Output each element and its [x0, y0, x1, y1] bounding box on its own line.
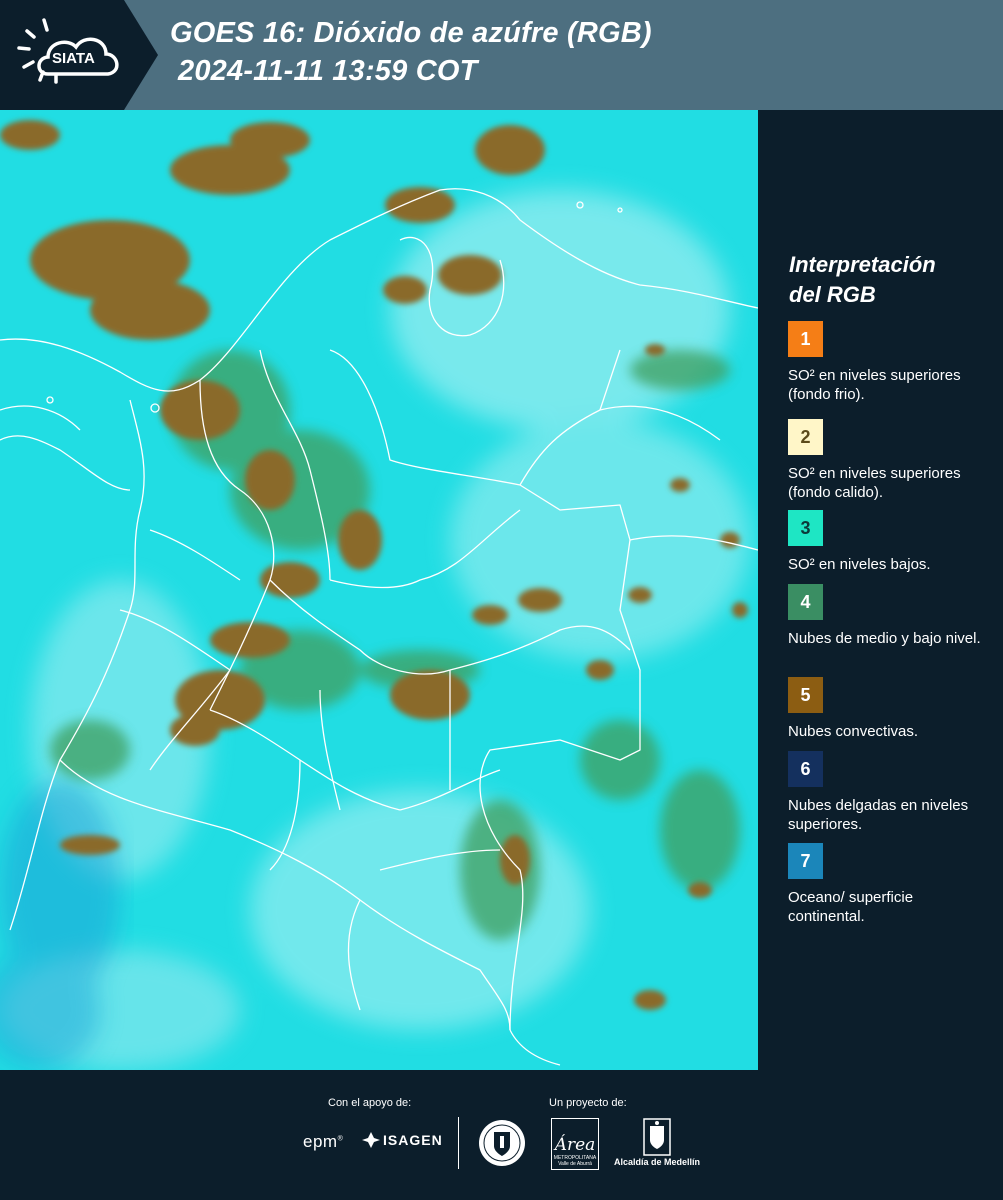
legend-title-line1: Interpretación: [789, 252, 936, 277]
siata-logo[interactable]: SIATA: [0, 0, 158, 110]
legend-text-4: Nubes de medio y bajo nivel.: [788, 630, 981, 647]
area-logo-subtext: METROPOLITANA Valle de Aburrá: [553, 1155, 597, 1167]
legend-panel: Interpretación del RGB 1 SO² en niveles …: [758, 110, 1003, 1070]
legend-swatch-6: 6: [788, 751, 823, 787]
legend-text-3: SO² en niveles bajos.: [788, 556, 931, 573]
legend-swatch-3: 3: [788, 510, 823, 546]
isagen-logo[interactable]: ISAGEN: [362, 1132, 443, 1148]
legend-item-3: 3 SO² en niveles bajos.: [788, 510, 988, 574]
page-title: GOES 16: Dióxido de azúfre (RGB) 2024-11…: [170, 14, 652, 90]
isagen-icon: [362, 1132, 380, 1148]
legend-text-5: Nubes convectivas.: [788, 723, 919, 740]
legend-text-6: Nubes delgadas en niveles superiores.: [788, 797, 969, 833]
footer-bar: Con el apoyo de: Un proyecto de: epm® IS…: [0, 1070, 1003, 1200]
satellite-map[interactable]: [0, 110, 758, 1070]
legend-text-2: SO² en niveles superiores (fondo calido)…: [788, 465, 961, 501]
legend-text-7: Oceano/ superficie continental.: [788, 889, 914, 925]
legend-item-5: 5 Nubes convectivas.: [788, 677, 988, 741]
alcaldia-label: Alcaldía de Medellín: [614, 1157, 701, 1167]
legend-swatch-1: 1: [788, 321, 823, 357]
legend-item-2: 2 SO² en niveles superiores (fondo calid…: [788, 419, 988, 502]
epm-text: epm: [303, 1132, 338, 1151]
header-bar: SIATA GOES 16: Dióxido de azúfre (RGB) 2…: [0, 0, 1003, 110]
project-label: Un proyecto de:: [549, 1097, 627, 1109]
footer-divider: [458, 1117, 459, 1169]
legend-swatch-4: 4: [788, 584, 823, 620]
alcaldia-shield-icon[interactable]: [643, 1118, 671, 1156]
legend-swatch-2: 2: [788, 419, 823, 455]
title-product: GOES 16: Dióxido de azúfre (RGB): [170, 17, 652, 49]
logo-text: SIATA: [52, 50, 95, 67]
legend-swatch-7: 7: [788, 843, 823, 879]
isagen-text: ISAGEN: [383, 1132, 443, 1148]
medellin-seal-icon[interactable]: [477, 1118, 527, 1168]
legend-title: Interpretación del RGB: [789, 250, 989, 310]
legend-text-1: SO² en niveles superiores (fondo frio).: [788, 367, 961, 403]
title-timestamp: 2024-11-11 13:59 COT: [178, 55, 478, 87]
epm-logo[interactable]: epm®: [303, 1132, 343, 1152]
legend-title-line2: del RGB: [789, 282, 876, 307]
legend-item-6: 6 Nubes delgadas en niveles superiores.: [788, 751, 988, 834]
area-logo-word: Área: [554, 1135, 596, 1155]
legend-item-1: 1 SO² en niveles superiores (fondo frio)…: [788, 321, 988, 404]
legend-item-7: 7 Oceano/ superficie continental.: [788, 843, 988, 926]
legend-item-4: 4 Nubes de medio y bajo nivel.: [788, 584, 988, 648]
area-metropolitana-logo[interactable]: Área METROPOLITANA Valle de Aburrá: [551, 1118, 599, 1170]
legend-swatch-5: 5: [788, 677, 823, 713]
support-label: Con el apoyo de:: [328, 1097, 412, 1109]
